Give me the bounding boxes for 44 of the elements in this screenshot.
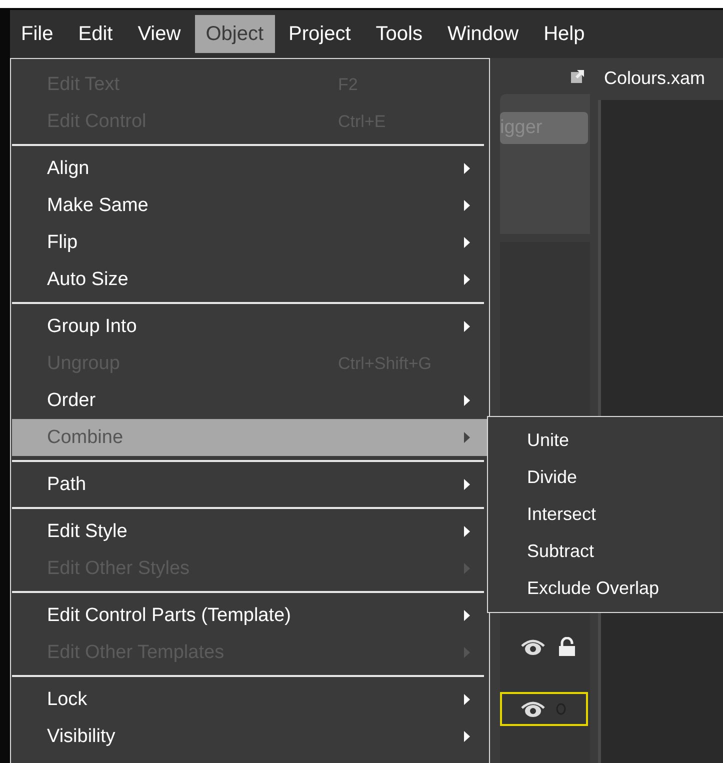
menu-item[interactable]: Visibility bbox=[12, 718, 488, 755]
menu-bar-item[interactable]: Edit bbox=[67, 15, 124, 53]
menu-bar-item[interactable]: File bbox=[10, 15, 64, 53]
submenu-arrow-icon bbox=[464, 563, 470, 574]
menu-item[interactable]: Edit Style bbox=[12, 513, 488, 550]
menu-item[interactable]: Path bbox=[12, 466, 488, 503]
menu-bar-item[interactable]: Help bbox=[532, 15, 596, 53]
menu-bar-item[interactable]: View bbox=[126, 15, 192, 53]
menu-bar-item[interactable]: Project bbox=[278, 15, 362, 53]
submenu-arrow-icon bbox=[464, 610, 470, 621]
pop-out-icon[interactable] bbox=[570, 68, 586, 84]
submenu-arrow-icon bbox=[464, 694, 470, 705]
menu-item[interactable]: Group Into bbox=[12, 308, 488, 345]
menu-bar-item[interactable]: Tools bbox=[364, 15, 434, 53]
eye-icon[interactable] bbox=[520, 637, 546, 657]
menu-item[interactable]: Unite bbox=[488, 422, 723, 459]
menu-item[interactable]: Order bbox=[12, 382, 488, 419]
menu-bar-item[interactable]: Object bbox=[194, 15, 275, 53]
menu-item[interactable]: Divide bbox=[488, 459, 723, 496]
submenu-arrow-icon bbox=[464, 163, 470, 174]
lock-icon[interactable] bbox=[558, 637, 576, 657]
menu-item[interactable]: Auto Size bbox=[12, 261, 488, 298]
menu-item[interactable]: Make Same bbox=[12, 187, 488, 224]
submenu-arrow-icon bbox=[464, 395, 470, 406]
menu-item[interactable]: Align bbox=[12, 150, 488, 187]
submenu-arrow-icon bbox=[464, 274, 470, 285]
submenu-arrow-icon bbox=[464, 647, 470, 658]
submenu-arrow-icon bbox=[464, 432, 470, 443]
submenu-arrow-icon bbox=[464, 731, 470, 742]
submenu-arrow-icon bbox=[464, 200, 470, 211]
submenu-arrow-icon bbox=[464, 526, 470, 537]
menu-item[interactable]: Intersect bbox=[488, 496, 723, 533]
menu-item[interactable]: Exclude Overlap bbox=[488, 570, 723, 607]
document-tab[interactable]: Colours.xam bbox=[598, 58, 723, 92]
layer-row[interactable] bbox=[500, 692, 588, 726]
submenu-arrow-icon bbox=[464, 479, 470, 490]
eye-icon[interactable] bbox=[520, 699, 546, 719]
menu-bar-item[interactable]: Window bbox=[436, 15, 530, 53]
submenu-arrow-icon bbox=[464, 237, 470, 248]
menu-item[interactable]: Edit Control Parts (Template) bbox=[12, 597, 488, 634]
submenu-arrow-icon bbox=[464, 321, 470, 332]
menu-item[interactable]: Subtract bbox=[488, 533, 723, 570]
menu-item[interactable]: Lock bbox=[12, 681, 488, 718]
menu-item[interactable]: Flip bbox=[12, 224, 488, 261]
